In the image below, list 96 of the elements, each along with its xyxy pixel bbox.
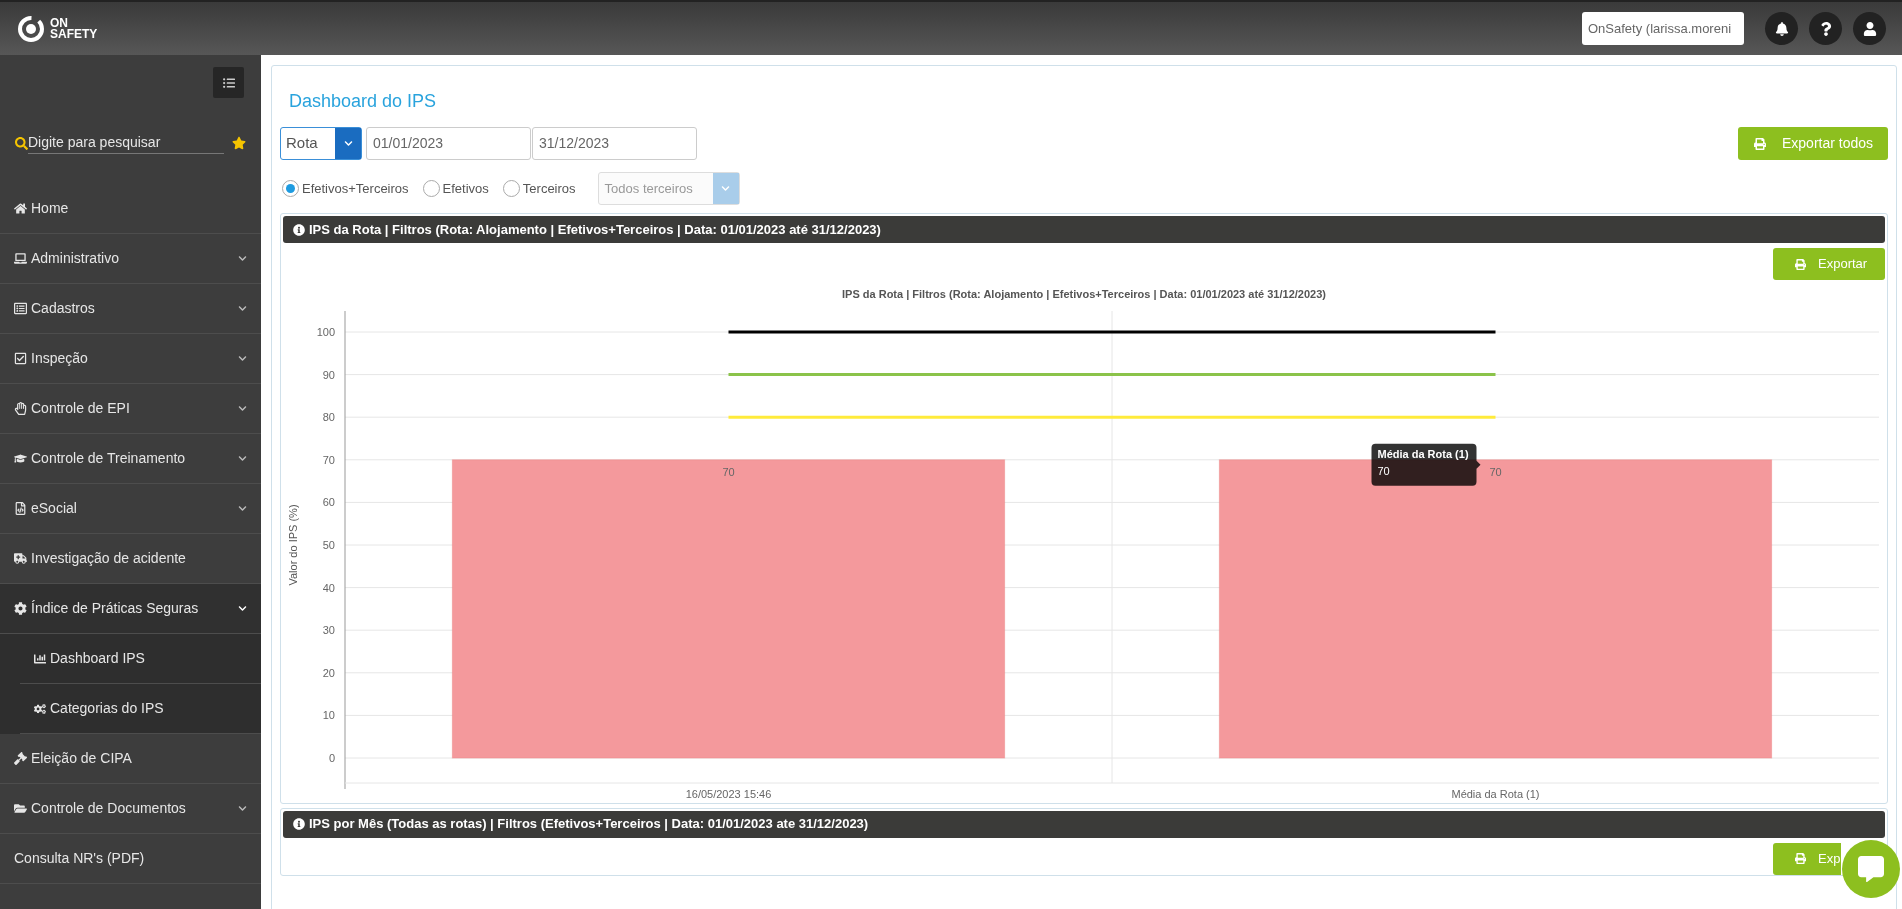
star-icon[interactable]	[232, 136, 246, 150]
info-icon	[293, 818, 305, 830]
sidebar-item[interactable]: Cadastros	[0, 284, 261, 334]
data-label: 70	[722, 465, 735, 478]
radio-option[interactable]: Efetivos	[422, 178, 489, 199]
sidebar-item[interactable]: Índice de Práticas Seguras	[0, 584, 261, 634]
y-tick-label: 60	[322, 495, 335, 508]
search-icon	[15, 136, 28, 150]
user-icon	[1862, 21, 1877, 36]
list-icon	[14, 302, 27, 315]
y-tick-label: 50	[322, 538, 335, 551]
date-to-field[interactable]: 31/12/2023	[532, 127, 697, 160]
graduation-cap-icon	[14, 452, 27, 465]
x-tick-label: 16/05/2023 15:46	[685, 787, 772, 800]
chevron-icon	[238, 254, 247, 263]
logo-text: ON	[50, 17, 68, 29]
sidebar-item[interactable]: Controle de Documentos	[0, 784, 261, 834]
radio-option[interactable]: Efetivos+Terceiros	[282, 178, 409, 199]
y-tick-label: 100	[316, 325, 335, 338]
y-tick-label: 90	[322, 368, 335, 381]
sidebar-item[interactable]: Eleição de CIPA	[0, 734, 261, 784]
home-icon	[14, 202, 27, 215]
bell-button[interactable]	[1765, 12, 1798, 45]
y-axis-label: Valor do IPS (%)	[287, 503, 299, 586]
chart-title: IPS da Rota | Filtros (Rota: Alojamento | Efetivos+Terceiros | Data: 01/01/2023 até 31/12/2023)	[842, 287, 1326, 302]
help-button[interactable]	[1809, 12, 1842, 45]
search-field[interactable]: Digite para pesquisar	[28, 132, 224, 154]
section-title: IPS por Mês (Todas as rotas) | Filtros (Efetivos+Terceiros | Data: 01/01/2023 ate 31/12/2023)	[309, 815, 869, 834]
date-from-field[interactable]: 01/01/2023	[366, 127, 531, 160]
sidebar-item-label: Controle de EPI	[31, 399, 131, 418]
y-tick-label: 80	[322, 410, 335, 423]
y-tick-label: 30	[322, 623, 335, 636]
sidebar-item[interactable]: Administrativo	[0, 234, 261, 284]
print-icon	[1795, 853, 1806, 864]
user-field[interactable]: OnSafety (larissa.moreni	[1582, 12, 1744, 45]
tooltip-value: 70	[1377, 464, 1390, 477]
submenu-item-label: Categorias do IPS	[50, 699, 164, 718]
sidebar-item[interactable]: Inspeção	[0, 334, 261, 384]
logo-icon	[16, 13, 46, 44]
chat-icon	[1858, 856, 1884, 882]
chevron-icon	[238, 804, 247, 813]
bell-icon	[1774, 21, 1789, 36]
y-tick-label: 40	[322, 581, 335, 594]
y-tick-label: 70	[322, 453, 335, 466]
sidebar-item-label: Consulta NR's (PDF)	[14, 849, 146, 868]
print-icon	[1795, 258, 1806, 270]
gear-icon	[14, 602, 27, 615]
bar-chart-icon	[34, 652, 46, 665]
menu-icon	[222, 76, 235, 89]
sidebar-item[interactable]: Consulta NR's (PDF)	[0, 834, 261, 884]
sidebar-item-label: Controle de Treinamento	[31, 449, 187, 468]
chevron-icon	[238, 354, 247, 363]
sidebar-item-label: Investigação de acidente	[31, 549, 187, 568]
ambulance-icon	[14, 552, 27, 565]
x-tick-label: Média da Rota (1)	[1451, 787, 1540, 800]
y-tick-label: 0	[328, 751, 335, 764]
sidebar-item[interactable]: Controle de Treinamento	[0, 434, 261, 484]
sidebar-item[interactable]: Home	[0, 184, 261, 234]
sidebar-item-label: Cadastros	[31, 299, 96, 318]
chevron-icon	[238, 304, 247, 313]
chevron-icon	[238, 454, 247, 463]
chevron-icon	[238, 504, 247, 513]
info-icon	[293, 223, 305, 236]
checkbox-icon	[14, 352, 27, 365]
user-button[interactable]	[1853, 12, 1886, 45]
sidebar-item-label: Inspeção	[31, 349, 89, 368]
hand-icon	[14, 402, 27, 415]
sidebar-item[interactable]: eSocial	[0, 484, 261, 534]
y-tick-label: 10	[322, 708, 335, 721]
print-icon	[1754, 137, 1766, 150]
chevron-icon	[343, 139, 353, 148]
file-code-icon	[14, 502, 27, 515]
y-tick-label: 20	[322, 666, 335, 679]
menu-toggle-button[interactable]	[213, 67, 244, 98]
sidebar-item-label: Índice de Práticas Seguras	[31, 599, 200, 618]
submenu-item-label: Dashboard IPS	[50, 649, 145, 668]
chevron-icon	[238, 604, 247, 613]
sidebar-item-label: Administrativo	[31, 249, 120, 268]
radio-option[interactable]: Terceiros	[502, 178, 576, 199]
tooltip-title: Média da Rota (1)	[1377, 447, 1469, 460]
chevron-icon	[238, 404, 247, 413]
logo-text: SAFETY	[50, 28, 98, 40]
type-select[interactable]: Rota	[280, 127, 362, 160]
sidebar-item-label: Home	[31, 199, 70, 218]
sidebar-item[interactable]: Controle de EPI	[0, 384, 261, 434]
folder-icon	[14, 802, 27, 815]
sidebar-item-label: eSocial	[31, 499, 78, 518]
page-title: Dashboard do IPS	[289, 90, 438, 113]
sidebar-item-label: Eleição de CIPA	[31, 749, 133, 768]
laptop-icon	[14, 252, 27, 265]
sidebar-item-label: Controle de Documentos	[31, 799, 187, 818]
gears-icon	[34, 702, 46, 715]
gavel-icon	[14, 752, 27, 765]
section-title: IPS da Rota | Filtros (Rota: Alojamento | Efetivos+Terceiros | Data: 01/01/2023 até 31/12/2023)	[309, 220, 881, 239]
chevron-icon	[721, 184, 731, 193]
data-label: 70	[1489, 465, 1502, 478]
